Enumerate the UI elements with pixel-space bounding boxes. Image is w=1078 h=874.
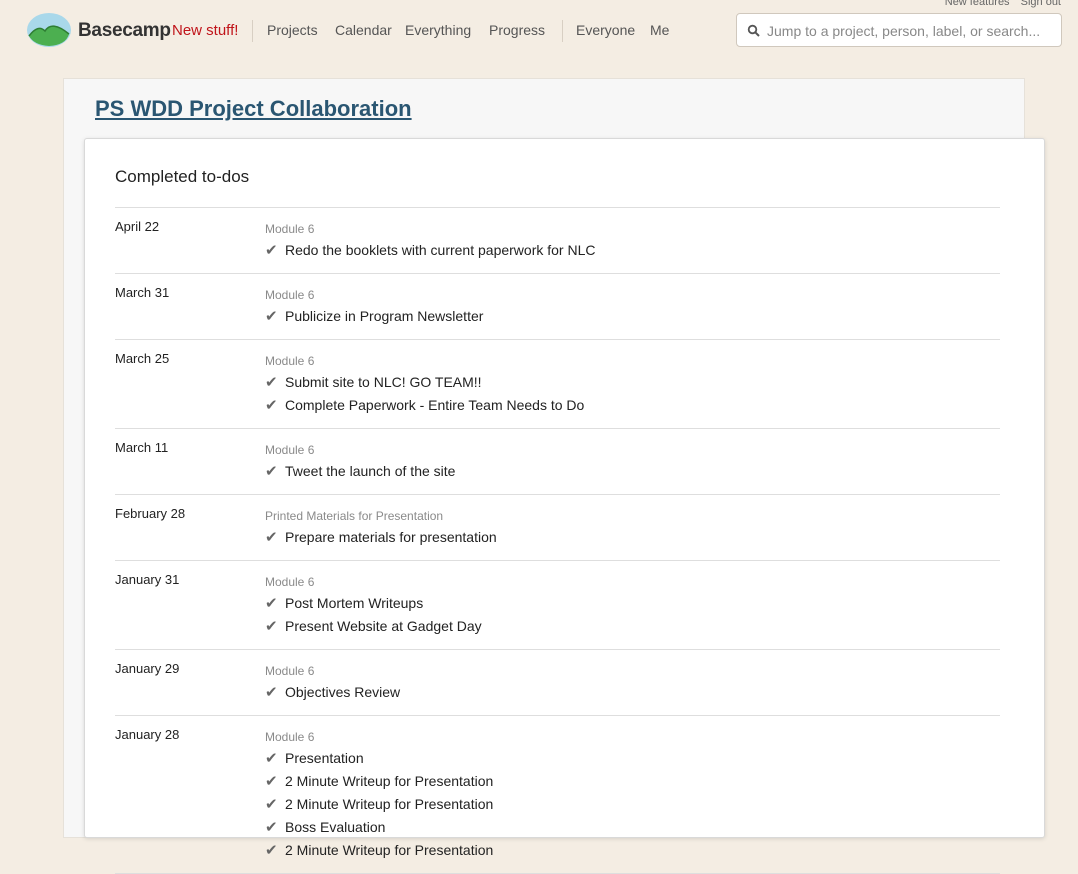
completed-todo-item[interactable]: ✔ Submit site to NLC! GO TEAM!! [265, 373, 1000, 396]
completed-todo-item[interactable]: ✔ 2 Minute Writeup for Presentation [265, 841, 1000, 864]
todo-text: Redo the booklets with current paperwork… [285, 242, 596, 258]
search-icon [747, 24, 760, 37]
completed-todo-item[interactable]: ✔ Boss Evaluation [265, 818, 1000, 841]
completion-date: January 28 [115, 727, 180, 742]
todo-text: Publicize in Program Newsletter [285, 308, 484, 324]
checkmark-icon: ✔ [265, 374, 278, 391]
section-title: Completed to-dos [115, 167, 250, 186]
todo-text: Submit site to NLC! GO TEAM!! [285, 374, 482, 390]
completion-date: March 25 [115, 351, 170, 366]
todo-text: Tweet the launch of the site [285, 463, 456, 479]
search-input[interactable] [765, 20, 1059, 42]
brand-name[interactable]: Basecamp [78, 20, 171, 42]
completion-date: January 29 [115, 661, 180, 676]
completion-date: March 11 [115, 440, 169, 455]
todo-list-name-link[interactable]: Module 6 [265, 354, 1000, 369]
completion-date: February 28 [115, 506, 186, 521]
checkmark-icon: ✔ [265, 308, 278, 325]
nav-divider [252, 20, 253, 42]
checkmark-icon: ✔ [265, 842, 278, 859]
project-title-link[interactable]: PS WDD Project Collaboration [95, 96, 412, 122]
new-stuff-link[interactable]: New stuff! [172, 22, 238, 39]
completed-todo-list: April 22 Module 6 ✔ Redo the booklets with … [115, 207, 1000, 874]
todo-text: 2 Minute Writeup for Presentation [285, 773, 494, 789]
checkmark-icon: ✔ [265, 397, 278, 414]
todo-text: Presentation [285, 750, 364, 766]
completed-todo-item[interactable]: ✔ Objectives Review [265, 683, 1000, 706]
checkmark-icon: ✔ [265, 242, 278, 259]
checkmark-icon: ✔ [265, 773, 278, 790]
todo-date-group: March 11 Module 6 ✔ Tweet the launch of the… [115, 429, 1000, 495]
todo-text: Present Website at Gadget Day [285, 618, 482, 634]
completed-todo-item[interactable]: ✔ Redo the booklets with current paperwor… [265, 241, 1000, 264]
checkmark-icon: ✔ [265, 684, 278, 701]
checkmark-icon: ✔ [265, 796, 278, 813]
todo-text: Post Mortem Writeups [285, 595, 424, 611]
completion-date: April 22 [115, 219, 160, 234]
completion-date: March 31 [115, 285, 170, 300]
completed-todo-item[interactable]: ✔ Publicize in Program Newsletter [265, 307, 1000, 330]
todo-date-group: March 31 Module 6 ✔ Publicize in Program Ne… [115, 274, 1000, 340]
todo-list-name-link[interactable]: Module 6 [265, 730, 1000, 745]
todo-list-name-link[interactable]: Module 6 [265, 443, 1000, 458]
todo-list-name-link[interactable]: Printed Materials for Presentation [265, 509, 1000, 524]
nav-calendar[interactable]: Calendar [335, 22, 392, 38]
todo-text: Boss Evaluation [285, 819, 386, 835]
nav-everyone[interactable]: Everyone [576, 22, 635, 38]
todo-text: 2 Minute Writeup for Presentation [285, 796, 494, 812]
completed-todo-item[interactable]: ✔ Present Website at Gadget Day [265, 617, 1000, 640]
todo-date-group: April 22 Module 6 ✔ Redo the booklets with … [115, 208, 1000, 274]
todo-text: Prepare materials for presentation [285, 529, 497, 545]
completed-todo-item[interactable]: ✔ 2 Minute Writeup for Presentation [265, 772, 1000, 795]
todo-text: Objectives Review [285, 684, 401, 700]
nav-projects[interactable]: Projects [267, 22, 318, 38]
completed-todo-item[interactable]: ✔ Prepare materials for presentation [265, 528, 1000, 551]
completed-todo-item[interactable]: ✔ Presentation [265, 749, 1000, 772]
todo-date-group: January 28 Module 6 ✔ Presentation ✔ 2 Minute… [115, 716, 1000, 874]
todo-list-name-link[interactable]: Module 6 [265, 575, 1000, 590]
completed-todo-item[interactable]: ✔ Complete Paperwork - Entire Team Needs … [265, 396, 1000, 419]
completed-todo-item[interactable]: ✔ 2 Minute Writeup for Presentation [265, 795, 1000, 818]
todo-date-group: January 31 Module 6 ✔ Post Mortem Writeups ✔… [115, 561, 1000, 650]
todo-date-group: February 28 Printed Materials for Present… [115, 495, 1000, 561]
nav-me[interactable]: Me [650, 22, 669, 38]
checkmark-icon: ✔ [265, 819, 278, 836]
todo-list-name-link[interactable]: Module 6 [265, 664, 1000, 679]
search-box[interactable] [736, 13, 1062, 47]
checkmark-icon: ✔ [265, 595, 278, 612]
todo-list-name-link[interactable]: Module 6 [265, 222, 1000, 237]
todo-list-name-link[interactable]: Module 6 [265, 288, 1000, 303]
todo-date-group: January 29 Module 6 ✔ Objectives Review [115, 650, 1000, 716]
nav-progress[interactable]: Progress [489, 22, 545, 38]
nav-divider [562, 20, 563, 42]
checkmark-icon: ✔ [265, 750, 278, 767]
completion-date: January 31 [115, 572, 180, 587]
todo-text: Complete Paperwork - Entire Team Needs t… [285, 397, 585, 413]
checkmark-icon: ✔ [265, 463, 278, 480]
checkmark-icon: ✔ [265, 529, 278, 546]
top-header: Basecamp New stuff! Projects Calendar Ev… [0, 0, 1078, 62]
completed-todos-panel: Completed to-dos April 22 Module 6 ✔ Redo t… [84, 138, 1045, 874]
todo-text: 2 Minute Writeup for Presentation [285, 842, 494, 858]
completed-todo-item[interactable]: ✔ Post Mortem Writeups [265, 594, 1000, 617]
checkmark-icon: ✔ [265, 618, 278, 635]
todo-date-group: March 25 Module 6 ✔ Submit site to NLC! GO … [115, 340, 1000, 429]
completed-todo-item[interactable]: ✔ Tweet the launch of the site [265, 462, 1000, 485]
basecamp-logo-icon[interactable] [26, 10, 72, 48]
nav-everything[interactable]: Everything [405, 22, 471, 38]
